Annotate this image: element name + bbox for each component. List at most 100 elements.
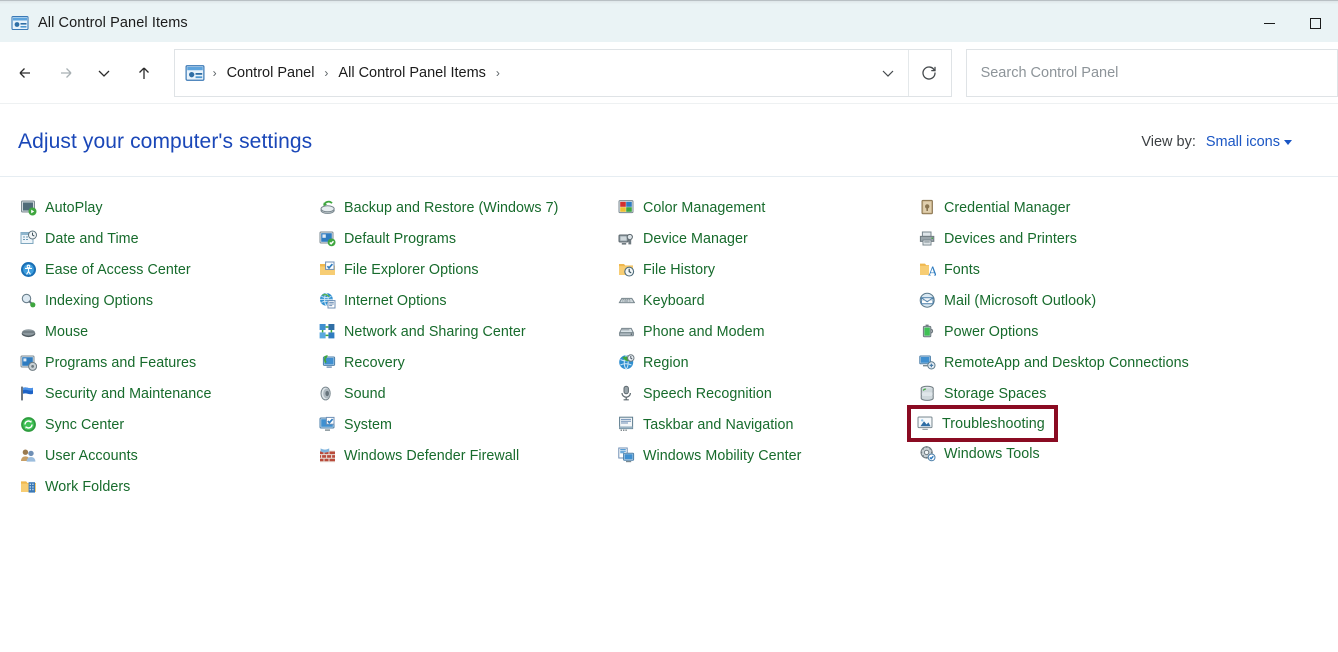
control-panel-item-remoteapp-and-desktop-connections[interactable]: RemoteApp and Desktop Connections xyxy=(917,347,1191,378)
back-button[interactable] xyxy=(6,53,45,93)
control-panel-item-label: System xyxy=(344,417,392,433)
mail-icon xyxy=(919,292,936,309)
control-panel-item-network-and-sharing-center[interactable]: Network and Sharing Center xyxy=(317,316,528,347)
control-panel-item-label: Taskbar and Navigation xyxy=(643,417,794,433)
maximize-icon xyxy=(1310,18,1321,29)
forward-button[interactable] xyxy=(45,53,84,93)
control-panel-item-label: Windows Defender Firewall xyxy=(344,448,519,464)
up-button[interactable] xyxy=(124,53,163,93)
devices-and-printers-icon xyxy=(919,230,936,247)
control-panel-item-windows-mobility-center[interactable]: Windows Mobility Center xyxy=(616,440,803,471)
control-panel-item-label: Mail (Microsoft Outlook) xyxy=(944,293,1096,309)
window-title: All Control Panel Items xyxy=(38,15,188,31)
breadcrumb-control-panel[interactable]: Control Panel xyxy=(221,61,321,85)
control-panel-item-label: Speech Recognition xyxy=(643,386,772,402)
control-panel-item-user-accounts[interactable]: User Accounts xyxy=(18,440,140,471)
control-panel-item-label: Devices and Printers xyxy=(944,231,1077,247)
region-icon xyxy=(618,354,635,371)
control-panel-item-fonts[interactable]: A Fonts xyxy=(917,254,982,285)
breadcrumb-all-control-panel-items[interactable]: All Control Panel Items xyxy=(332,61,491,85)
control-panel-item-label: Troubleshooting xyxy=(942,416,1045,432)
control-panel-item-speech-recognition[interactable]: Speech Recognition xyxy=(616,378,774,409)
control-panel-items-grid: AutoPlayDate and TimeEase of Access Cent… xyxy=(0,177,1338,192)
items-column-2: Backup and Restore (Windows 7) Default Pr… xyxy=(317,192,609,471)
control-panel-item-device-manager[interactable]: Device Manager xyxy=(616,223,750,254)
items-column-1: AutoPlay Date and Time Ease of Access Cent… xyxy=(18,192,308,502)
control-panel-item-label: Storage Spaces xyxy=(944,386,1046,402)
control-panel-item-label: Phone and Modem xyxy=(643,324,765,340)
recovery-icon xyxy=(319,354,336,371)
control-panel-item-recovery[interactable]: Recovery xyxy=(317,347,407,378)
control-panel-item-default-programs[interactable]: Default Programs xyxy=(317,223,458,254)
search-box[interactable] xyxy=(966,49,1338,97)
control-panel-item-windows-defender-firewall[interactable]: Windows Defender Firewall xyxy=(317,440,521,471)
control-panel-item-windows-tools[interactable]: Windows Tools xyxy=(917,438,1042,469)
control-panel-item-sync-center[interactable]: Sync Center xyxy=(18,409,126,440)
control-panel-item-color-management[interactable]: Color Management xyxy=(616,192,767,223)
recent-locations-button[interactable] xyxy=(85,53,124,93)
view-by-label: View by: xyxy=(1141,134,1196,150)
control-panel-item-autoplay[interactable]: AutoPlay xyxy=(18,192,105,223)
security-and-maintenance-icon xyxy=(20,385,37,402)
control-panel-item-label: Windows Mobility Center xyxy=(643,448,801,464)
view-by-dropdown[interactable]: Small icons xyxy=(1206,134,1292,150)
user-accounts-icon xyxy=(20,447,37,464)
maximize-button[interactable] xyxy=(1292,4,1338,42)
control-panel-item-security-and-maintenance[interactable]: Security and Maintenance xyxy=(18,378,214,409)
navigation-bar: › Control Panel › All Control Panel Item… xyxy=(0,42,1338,104)
control-panel-item-label: Recovery xyxy=(344,355,405,371)
address-dropdown-button[interactable] xyxy=(868,50,908,96)
control-panel-item-internet-options[interactable]: Internet Options xyxy=(317,285,449,316)
network-and-sharing-icon xyxy=(319,323,336,340)
control-panel-item-region[interactable]: Region xyxy=(616,347,691,378)
control-panel-item-label: Credential Manager xyxy=(944,200,1070,216)
minimize-button[interactable] xyxy=(1246,4,1292,42)
control-panel-item-mail-microsoft-outlook[interactable]: Mail (Microsoft Outlook) xyxy=(917,285,1098,316)
control-panel-item-troubleshooting[interactable]: Troubleshooting xyxy=(911,409,1054,438)
refresh-button[interactable] xyxy=(909,50,949,96)
control-panel-item-label: Backup and Restore (Windows 7) xyxy=(344,200,558,216)
view-by-value[interactable]: Small icons xyxy=(1206,134,1280,150)
control-panel-item-sound[interactable]: Sound xyxy=(317,378,388,409)
power-options-icon xyxy=(919,323,936,340)
internet-options-icon xyxy=(319,292,336,309)
control-panel-item-ease-of-access-center[interactable]: Ease of Access Center xyxy=(18,254,193,285)
control-panel-item-label: Date and Time xyxy=(45,231,139,247)
programs-and-features-icon xyxy=(20,354,37,371)
control-panel-item-taskbar-and-navigation[interactable]: Taskbar and Navigation xyxy=(616,409,796,440)
control-panel-item-credential-manager[interactable]: Credential Manager xyxy=(917,192,1072,223)
title-bar-left: All Control Panel Items xyxy=(0,14,188,32)
control-panel-item-keyboard[interactable]: Keyboard xyxy=(616,285,707,316)
control-panel-item-label: Mouse xyxy=(45,324,88,340)
control-panel-item-mouse[interactable]: Mouse xyxy=(18,316,90,347)
address-bar[interactable]: › Control Panel › All Control Panel Item… xyxy=(174,49,952,97)
control-panel-item-programs-and-features[interactable]: Programs and Features xyxy=(18,347,198,378)
control-panel-item-phone-and-modem[interactable]: Phone and Modem xyxy=(616,316,767,347)
control-panel-item-label: Fonts xyxy=(944,262,980,278)
address-control-panel-icon xyxy=(185,63,205,83)
control-panel-item-system[interactable]: System xyxy=(317,409,394,440)
control-panel-item-label: Sync Center xyxy=(45,417,124,433)
color-management-icon xyxy=(618,199,635,216)
control-panel-item-file-explorer-options[interactable]: File Explorer Options xyxy=(317,254,481,285)
search-input[interactable] xyxy=(981,65,1337,81)
page-title: Adjust your computer's settings xyxy=(18,130,312,154)
control-panel-item-power-options[interactable]: Power Options xyxy=(917,316,1040,347)
control-panel-item-file-history[interactable]: File History xyxy=(616,254,717,285)
control-panel-item-storage-spaces[interactable]: Storage Spaces xyxy=(917,378,1048,409)
file-history-icon xyxy=(618,261,635,278)
keyboard-icon xyxy=(618,292,635,309)
control-panel-item-devices-and-printers[interactable]: Devices and Printers xyxy=(917,223,1079,254)
fonts-icon: A xyxy=(919,261,936,278)
control-panel-item-label: Security and Maintenance xyxy=(45,386,212,402)
control-panel-item-label: Device Manager xyxy=(643,231,748,247)
taskbar-and-navigation-icon xyxy=(618,416,635,433)
control-panel-item-backup-and-restore-windows-7[interactable]: Backup and Restore (Windows 7) xyxy=(317,192,560,223)
windows-tools-icon xyxy=(919,445,936,462)
control-panel-item-date-and-time[interactable]: Date and Time xyxy=(18,223,141,254)
control-panel-item-label: Ease of Access Center xyxy=(45,262,191,278)
control-panel-item-work-folders[interactable]: Work Folders xyxy=(18,471,132,502)
control-panel-item-indexing-options[interactable]: Indexing Options xyxy=(18,285,155,316)
autoplay-icon xyxy=(20,199,37,216)
content-header: Adjust your computer's settings View by:… xyxy=(0,104,1338,154)
